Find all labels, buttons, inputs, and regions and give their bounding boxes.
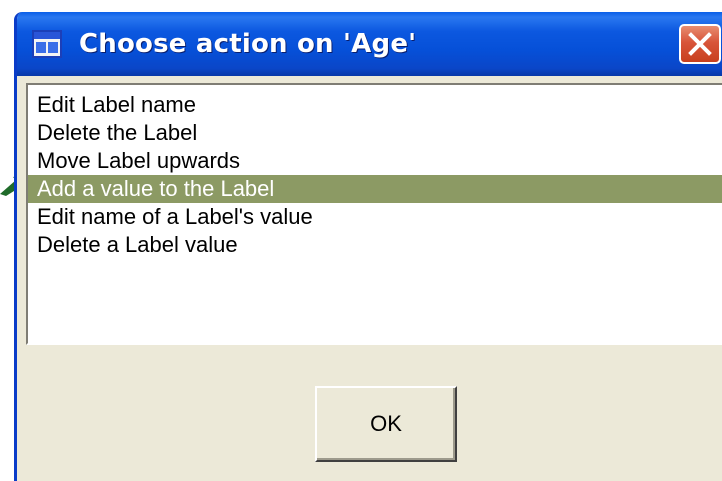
application-window-icon <box>32 30 62 58</box>
list-item-add-value[interactable]: Add a value to the Label <box>28 175 722 203</box>
list-item-move-label-upwards[interactable]: Move Label upwards <box>28 147 722 175</box>
close-button[interactable] <box>679 24 721 64</box>
title-bar[interactable]: Choose action on 'Age' <box>17 12 722 76</box>
window-title: Choose action on 'Age' <box>79 29 417 59</box>
close-x-icon <box>688 32 712 56</box>
action-listbox[interactable]: Edit Label name Delete the Label Move La… <box>26 83 722 345</box>
dialog-window: Choose action on 'Age' Edit Label name D… <box>14 12 722 481</box>
list-item-delete-label[interactable]: Delete the Label <box>28 119 722 147</box>
ok-button[interactable]: OK <box>315 386 457 462</box>
list-item-edit-label-name[interactable]: Edit Label name <box>28 91 722 119</box>
list-item-delete-label-value[interactable]: Delete a Label value <box>28 231 722 259</box>
list-item-edit-value-name[interactable]: Edit name of a Label's value <box>28 203 722 231</box>
